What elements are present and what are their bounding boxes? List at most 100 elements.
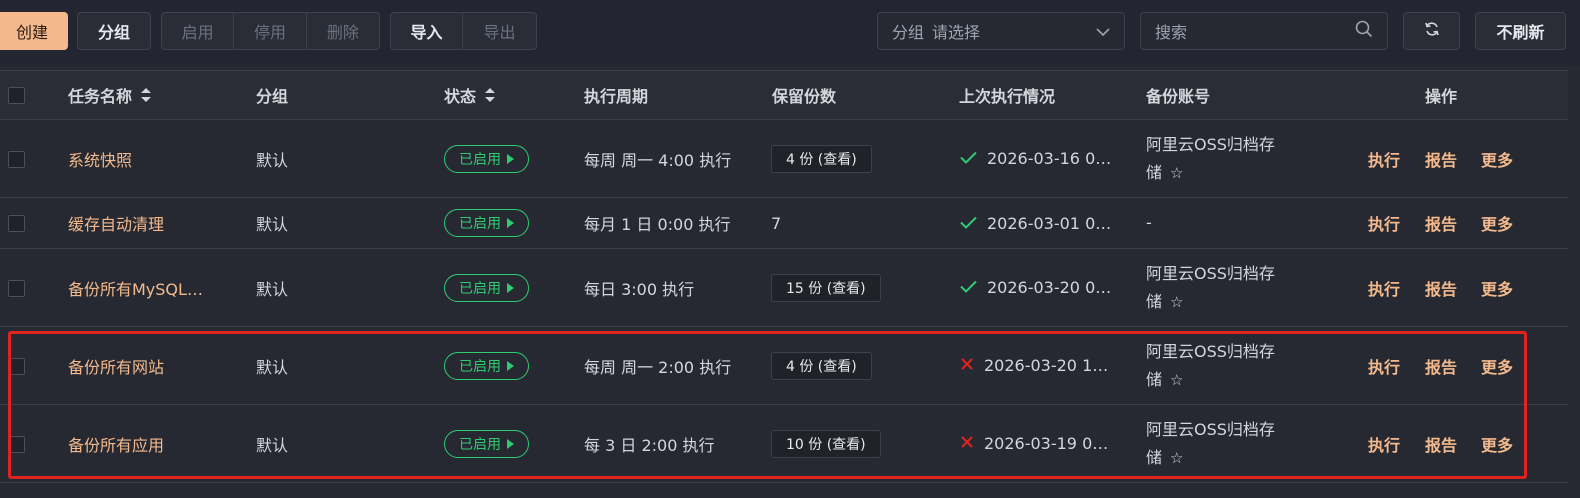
row-checkbox[interactable] <box>8 357 25 375</box>
select-all-checkbox[interactable] <box>8 87 25 104</box>
group-select-value: 请选择 <box>932 23 981 42</box>
group-button[interactable]: 分组 <box>77 12 151 50</box>
import-button[interactable]: 导入 <box>391 13 464 49</box>
row-checkbox[interactable] <box>8 435 25 453</box>
status-cell: 已启用 <box>444 198 529 248</box>
sort-icon[interactable] <box>484 87 496 103</box>
search-placeholder: 搜索 <box>1155 23 1188 42</box>
toolbar: 创建 分组 启用 停用 删除 导入 导出 分组 请选择 搜索 不刷新 <box>0 0 1580 66</box>
keep-count-button[interactable]: 4 份 (查看) <box>771 144 872 173</box>
last-run-cell: 2026-03-01 0… <box>960 198 1120 248</box>
keep-count-button[interactable]: 15 份 (查看) <box>771 273 881 302</box>
enable-button[interactable]: 启用 <box>162 13 235 49</box>
col-group: 分组 <box>256 87 289 106</box>
task-name-link[interactable]: 备份所有应用 <box>68 405 164 482</box>
schedule-text: 每日 3:00 执行 <box>584 279 695 299</box>
report-button[interactable]: 报告 <box>1425 327 1457 404</box>
status-badge[interactable]: 已启用 <box>444 429 529 458</box>
delete-button[interactable]: 删除 <box>307 13 379 49</box>
status-badge[interactable]: 已启用 <box>444 144 529 173</box>
check-icon <box>960 149 977 168</box>
task-group: 默认 <box>256 435 289 455</box>
status-badge[interactable]: 已启用 <box>444 209 529 237</box>
star-icon[interactable]: ☆ <box>1170 164 1183 182</box>
status-badge[interactable]: 已启用 <box>444 273 529 302</box>
task-name-link[interactable]: 备份所有网站 <box>68 327 164 404</box>
close-icon <box>960 434 974 453</box>
more-button[interactable]: 更多 <box>1481 327 1513 404</box>
status-badge[interactable]: 已启用 <box>444 351 529 380</box>
account-name-line1: 阿里云OSS归档存 <box>1146 341 1275 361</box>
status-label: 已启用 <box>459 280 501 297</box>
keep-count: 7 <box>771 213 782 233</box>
status-label: 已启用 <box>459 436 501 453</box>
more-button[interactable]: 更多 <box>1481 249 1513 326</box>
last-run-cell: 2026-03-20 1… <box>960 327 1120 404</box>
row-checkbox[interactable] <box>8 215 25 232</box>
export-button[interactable]: 导出 <box>463 13 536 49</box>
task-name-link[interactable]: 备份所有MySQL… <box>68 249 203 326</box>
check-icon <box>960 214 977 233</box>
group-select[interactable]: 分组 请选择 <box>877 12 1125 50</box>
account-name-line2: 储 <box>1146 447 1163 467</box>
col-status[interactable]: 状态 <box>444 71 496 119</box>
more-button[interactable]: 更多 <box>1481 405 1513 482</box>
col-keep: 保留份数 <box>772 87 837 106</box>
status-actions-group: 启用 停用 删除 <box>161 12 380 50</box>
search-icon[interactable] <box>1355 20 1373 42</box>
run-button[interactable]: 执行 <box>1368 405 1400 482</box>
keep-count-button[interactable]: 10 份 (查看) <box>771 429 881 458</box>
table-row: 备份所有MySQL… 默认 已启用 每日 3:00 执行 15 份 (查看) 2… <box>0 249 1568 327</box>
report-button[interactable]: 报告 <box>1425 405 1457 482</box>
report-button[interactable]: 报告 <box>1425 249 1457 326</box>
run-button[interactable]: 执行 <box>1368 120 1400 197</box>
refresh-button[interactable] <box>1403 12 1460 50</box>
col-last-run: 上次执行情况 <box>959 87 1056 106</box>
star-icon[interactable]: ☆ <box>1170 449 1183 467</box>
col-task-name-label: 任务名称 <box>68 87 133 106</box>
col-status-label: 状态 <box>444 87 477 106</box>
no-refresh-button[interactable]: 不刷新 <box>1475 12 1566 50</box>
schedule-text: 每 3 日 2:00 执行 <box>584 435 715 455</box>
run-button[interactable]: 执行 <box>1368 327 1400 404</box>
task-name-link[interactable]: 缓存自动清理 <box>68 198 164 248</box>
run-button[interactable]: 执行 <box>1368 249 1400 326</box>
search-input[interactable]: 搜索 <box>1140 12 1388 50</box>
account-name-line1: 阿里云OSS归档存 <box>1146 134 1275 154</box>
account-name-line2: 储 <box>1146 162 1163 182</box>
report-button[interactable]: 报告 <box>1425 198 1457 248</box>
task-table: 任务名称 分组 状态 执行周期 保留份数 上次执行情况 备份账号 操作 系统快照… <box>0 70 1568 483</box>
keep-count-button[interactable]: 4 份 (查看) <box>771 351 872 380</box>
row-checkbox[interactable] <box>8 279 25 297</box>
table-header: 任务名称 分组 状态 执行周期 保留份数 上次执行情况 备份账号 操作 <box>0 70 1568 120</box>
run-button[interactable]: 执行 <box>1368 198 1400 248</box>
create-button[interactable]: 创建 <box>0 12 68 50</box>
task-name-link[interactable]: 系统快照 <box>68 120 132 197</box>
report-button[interactable]: 报告 <box>1425 120 1457 197</box>
check-icon <box>960 278 977 297</box>
disable-button[interactable]: 停用 <box>234 13 307 49</box>
last-run-cell: 2026-03-16 0… <box>960 120 1120 197</box>
star-icon[interactable]: ☆ <box>1170 293 1183 311</box>
import-export-group: 导入 导出 <box>390 12 537 50</box>
play-icon <box>507 438 514 449</box>
keep-cell: 4 份 (查看) <box>771 120 872 197</box>
col-task-name[interactable]: 任务名称 <box>68 71 152 119</box>
last-run-cell: 2026-03-20 0… <box>960 249 1120 326</box>
account-name-line1: - <box>1146 213 1152 232</box>
task-group: 默认 <box>256 215 289 234</box>
more-button[interactable]: 更多 <box>1481 120 1513 197</box>
task-group: 默认 <box>256 279 289 299</box>
account-name-line2: 储 <box>1146 291 1163 311</box>
account-cell: - <box>1146 198 1316 248</box>
table-row: 系统快照 默认 已启用 每周 周一 4:00 执行 4 份 (查看) 2026-… <box>0 120 1568 198</box>
account-name-line2: 储 <box>1146 369 1163 389</box>
keep-cell: 7 <box>771 198 781 248</box>
account-name-line1: 阿里云OSS归档存 <box>1146 419 1275 439</box>
chevron-down-icon <box>1096 22 1110 41</box>
star-icon[interactable]: ☆ <box>1170 371 1183 389</box>
row-checkbox[interactable] <box>8 150 25 168</box>
keep-cell: 4 份 (查看) <box>771 327 872 404</box>
more-button[interactable]: 更多 <box>1481 198 1513 248</box>
sort-icon[interactable] <box>140 87 152 103</box>
